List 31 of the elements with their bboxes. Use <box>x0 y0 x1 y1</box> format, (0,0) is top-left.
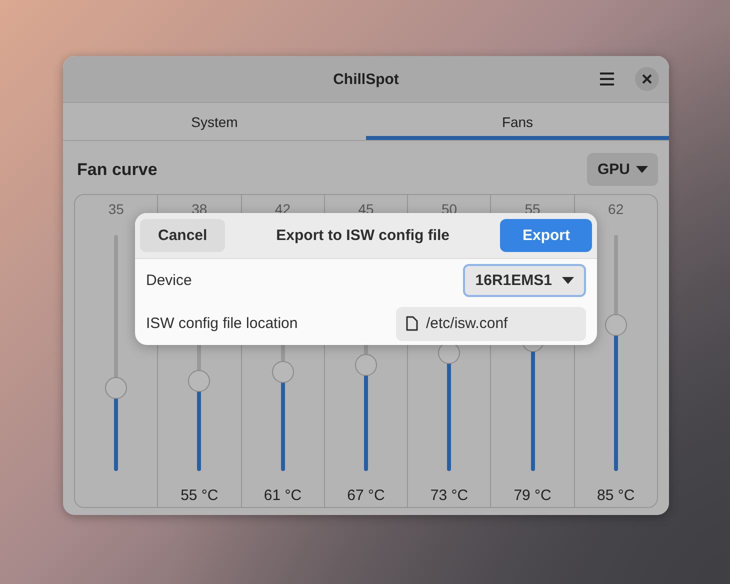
close-button[interactable] <box>635 67 659 91</box>
close-icon <box>642 74 652 84</box>
temperature-label: 85 °C <box>596 487 635 506</box>
caret-icon <box>636 166 648 173</box>
fan-speed-label: 62 <box>608 201 624 219</box>
dialog-title: Export to ISW config file <box>276 227 450 244</box>
temperature-label: 55 °C <box>180 487 218 506</box>
caret-icon <box>562 277 574 284</box>
section-title: Fan curve <box>77 160 158 180</box>
file-chooser-button[interactable]: /etc/isw.conf <box>396 306 586 340</box>
device-dropdown[interactable]: 16R1EMS1 <box>463 264 586 297</box>
slider-handle[interactable] <box>105 377 128 400</box>
device-label: Device <box>146 272 192 289</box>
fan-speed-label: 35 <box>108 201 124 219</box>
slider-handle[interactable] <box>354 354 377 376</box>
temperature-label: 61 °C <box>264 487 302 506</box>
location-label: ISW config file location <box>146 315 298 332</box>
temperature-label: 79 °C <box>514 487 552 506</box>
temperature-label: 73 °C <box>430 487 468 506</box>
export-button[interactable]: Export <box>500 219 592 252</box>
gpu-dropdown[interactable]: GPU <box>587 153 658 186</box>
menu-icon <box>599 72 615 86</box>
slider-handle[interactable] <box>272 360 294 383</box>
window-title: ChillSpot <box>333 70 399 88</box>
slider-handle[interactable] <box>604 314 627 336</box>
slider-handle[interactable] <box>188 370 210 392</box>
tab[interactable]: Fans <box>366 103 669 140</box>
temperature-label: 67 °C <box>347 487 385 506</box>
cancel-button[interactable]: Cancel <box>140 219 226 252</box>
tab[interactable]: System <box>63 103 366 140</box>
document-icon <box>406 316 418 331</box>
